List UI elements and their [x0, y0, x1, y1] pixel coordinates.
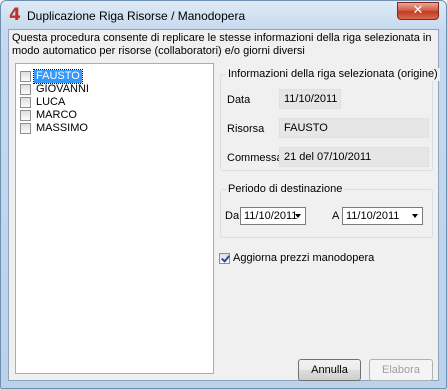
- title-bar[interactable]: 4 Duplicazione Riga Risorse / Manodopera…: [1, 1, 446, 29]
- cancel-button[interactable]: Annulla: [298, 359, 361, 381]
- checkbox[interactable]: [20, 97, 31, 108]
- da-date-value: 11/10/2011: [244, 210, 298, 222]
- window-title: Duplicazione Riga Risorse / Manodopera: [27, 9, 246, 23]
- checkbox[interactable]: [20, 71, 31, 82]
- resource-checklist[interactable]: FAUSTO GIOVANNI LUCA MARCO MASSIMO: [15, 63, 214, 374]
- dialog-body: Questa procedura consente di replicare l…: [8, 29, 440, 381]
- list-item-label: LUCA: [36, 96, 66, 108]
- dialog-window: 4 Duplicazione Riga Risorse / Manodopera…: [0, 0, 447, 389]
- chevron-down-icon[interactable]: [295, 214, 301, 218]
- app-icon: 4: [9, 5, 21, 25]
- risorsa-value: FAUSTO: [279, 118, 429, 138]
- list-item-label: FAUSTO: [33, 69, 83, 84]
- list-item[interactable]: MARCO: [20, 109, 79, 122]
- chevron-down-icon[interactable]: [412, 214, 418, 218]
- origin-group-legend: Informazioni della riga selezionata (ori…: [226, 68, 440, 81]
- checkbox[interactable]: [20, 123, 31, 134]
- da-date-picker[interactable]: 11/10/2011: [240, 207, 306, 225]
- list-item[interactable]: GIOVANNI: [20, 83, 91, 96]
- update-prices-row[interactable]: Aggiorna prezzi manodopera: [219, 252, 374, 264]
- da-label: Da: [225, 210, 240, 222]
- list-item-label: GIOVANNI: [36, 83, 89, 95]
- a-date-value: 11/10/2011: [346, 210, 400, 222]
- list-item-label: MARCO: [36, 109, 77, 121]
- data-label: Data: [227, 94, 251, 106]
- commessa-label: Commessa: [227, 152, 283, 164]
- process-button[interactable]: Elabora: [369, 359, 433, 381]
- data-value: 11/10/2011: [279, 89, 341, 109]
- list-item[interactable]: FAUSTO: [20, 69, 83, 84]
- checkbox[interactable]: [20, 84, 31, 95]
- intro-text: Questa procedura consente di replicare l…: [12, 32, 432, 57]
- list-item-label: MASSIMO: [36, 122, 88, 134]
- commessa-value: 21 del 07/10/2011: [279, 147, 429, 167]
- period-group-legend: Periodo di destinazione: [226, 183, 345, 196]
- update-prices-label: Aggiorna prezzi manodopera: [233, 252, 375, 264]
- close-icon: ✕: [412, 3, 424, 18]
- origin-info-group: Informazioni della riga selezionata (ori…: [220, 68, 440, 171]
- a-label: A: [332, 210, 340, 222]
- update-prices-checkbox[interactable]: [219, 252, 230, 264]
- risorsa-label: Risorsa: [227, 123, 265, 135]
- destination-period-group: Periodo di destinazione Da 11/10/2011 A …: [220, 183, 433, 238]
- list-item[interactable]: MASSIMO: [20, 122, 90, 135]
- list-item[interactable]: LUCA: [20, 96, 67, 109]
- close-button[interactable]: ✕: [397, 2, 439, 20]
- a-date-picker[interactable]: 11/10/2011: [342, 207, 423, 225]
- checkbox[interactable]: [20, 110, 31, 121]
